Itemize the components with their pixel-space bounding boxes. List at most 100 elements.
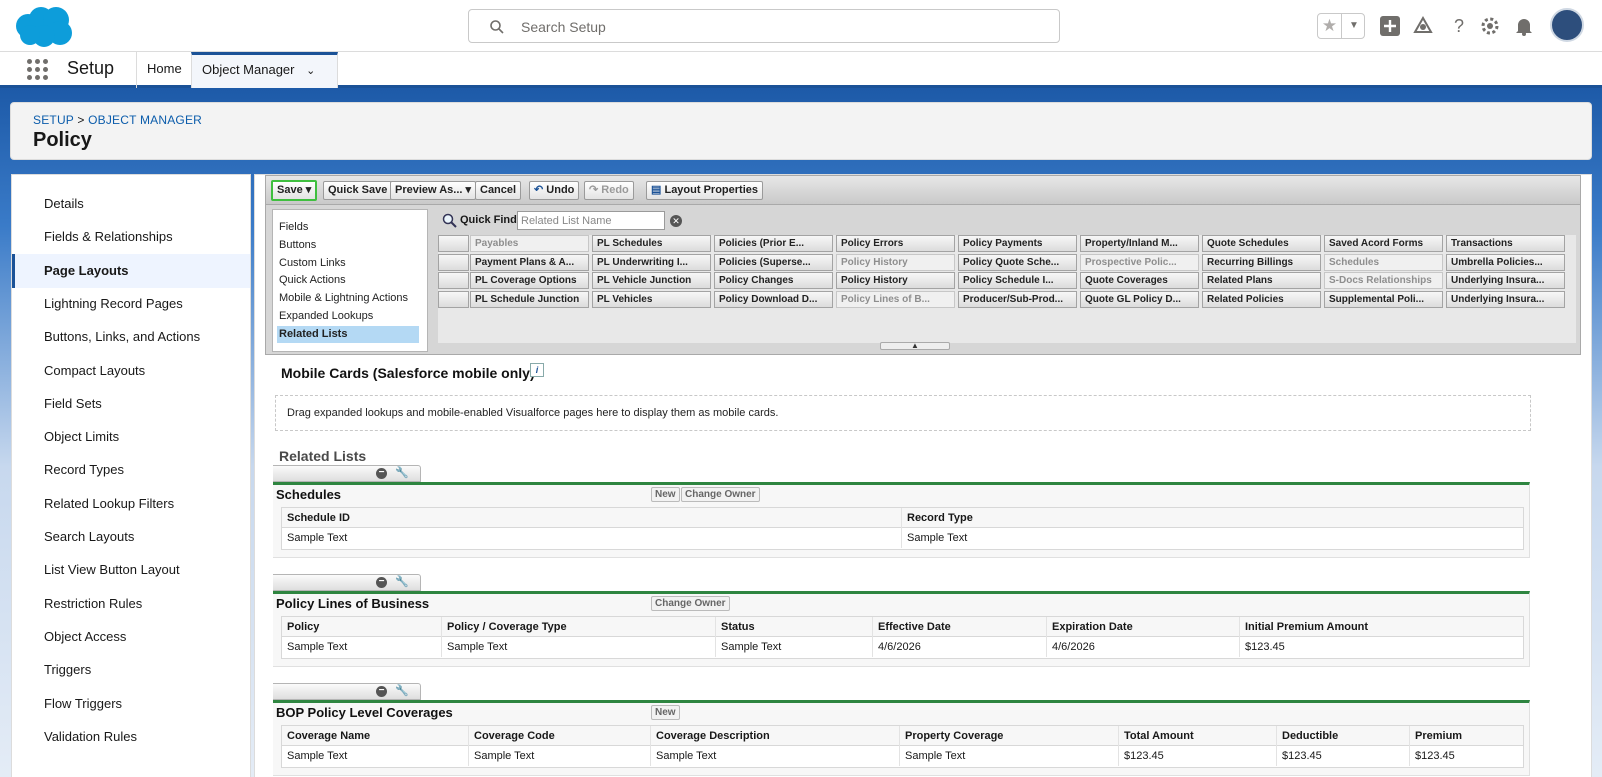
sidebar-item-lightning-record-pages[interactable]: Lightning Record Pages (12, 287, 250, 321)
sidebar-item-validation-rules[interactable]: Validation Rules (12, 720, 250, 754)
save-button[interactable]: Save ▾ (271, 180, 318, 201)
palette-item[interactable]: PL Schedules (592, 235, 711, 252)
sidebar-item-details[interactable]: Details (12, 187, 250, 221)
preview-as-button[interactable]: Preview As... ▾ (390, 181, 477, 200)
palette-item[interactable]: Policy Lines of B... (836, 290, 955, 308)
palette-resize-handle[interactable]: ▲ (880, 342, 950, 350)
caret-down-icon[interactable]: ▾ (306, 184, 312, 196)
palette-item[interactable]: PL Vehicles (592, 290, 711, 308)
palette-item[interactable]: Prospective Polic... (1080, 253, 1199, 271)
tab-home[interactable]: Home (136, 52, 192, 88)
chevron-down-icon[interactable]: ⌄ (306, 65, 315, 77)
palette-category-expanded-lookups[interactable]: Expanded Lookups (277, 308, 419, 325)
palette-item[interactable]: Underlying Insura... (1446, 290, 1565, 308)
related-list-handle[interactable]: − 🔧 (273, 465, 421, 482)
change-owner-button[interactable]: Change Owner (651, 596, 730, 611)
palette-item[interactable]: PL Vehicle Junction (592, 272, 711, 289)
related-list-handle[interactable]: − 🔧 (273, 574, 421, 591)
gear-icon[interactable] (1479, 15, 1501, 37)
redo-button[interactable]: ↷ Redo (584, 181, 634, 200)
quick-save-button[interactable]: Quick Save (323, 181, 393, 200)
palette-item[interactable]: Policy History (836, 272, 955, 289)
palette-item[interactable]: Related Policies (1202, 290, 1321, 308)
breadcrumb-object-manager[interactable]: OBJECT MANAGER (88, 113, 202, 127)
palette-item[interactable]: Transactions (1446, 235, 1565, 252)
sidebar-item-page-layouts[interactable]: Page Layouts (12, 253, 250, 288)
palette-item[interactable]: Policy Errors (836, 235, 955, 252)
sidebar-item-object-access[interactable]: Object Access (12, 620, 250, 654)
remove-icon[interactable]: − (376, 577, 387, 588)
new-button[interactable]: New (651, 705, 680, 720)
salesforce-logo[interactable] (14, 6, 74, 48)
palette-category-mobile-lightning-actions[interactable]: Mobile & Lightning Actions (277, 290, 419, 307)
app-launcher-icon[interactable] (27, 59, 49, 81)
palette-item[interactable]: Payables (470, 235, 589, 252)
palette-item[interactable]: S-Docs Relationships (1324, 272, 1443, 289)
palette-item[interactable]: Quote GL Policy D... (1080, 290, 1199, 308)
layout-properties-button[interactable]: ▤ Layout Properties (646, 181, 763, 200)
wrench-icon[interactable]: 🔧 (395, 684, 409, 699)
palette-item[interactable]: Policies (Superse... (714, 253, 833, 271)
palette-item[interactable]: Property/Inland M... (1080, 235, 1199, 252)
related-list[interactable]: Schedules New Change Owner Schedule ID Recor… (273, 482, 1530, 558)
help-icon[interactable]: ? (1448, 15, 1470, 37)
palette-item[interactable]: Policy Download D... (714, 290, 833, 308)
palette-item[interactable]: PL Underwriting I... (592, 253, 711, 271)
add-icon[interactable] (1379, 15, 1401, 37)
change-owner-button[interactable]: Change Owner (681, 487, 760, 502)
palette-category-buttons[interactable]: Buttons (277, 237, 419, 254)
palette-item[interactable]: Related Plans (1202, 272, 1321, 289)
sidebar-item-fields-relationships[interactable]: Fields & Relationships (12, 220, 250, 254)
bell-icon[interactable] (1513, 15, 1535, 37)
palette-item[interactable]: Policy Schedule I... (958, 272, 1077, 289)
wrench-icon[interactable]: 🔧 (395, 466, 409, 481)
palette-item[interactable]: Supplemental Poli... (1324, 290, 1443, 308)
trailhead-icon[interactable] (1412, 15, 1434, 37)
favorites-control[interactable]: ★ ▼ (1317, 13, 1365, 39)
search-box[interactable] (468, 9, 1060, 43)
wrench-icon[interactable]: 🔧 (395, 575, 409, 590)
palette-category-quick-actions[interactable]: Quick Actions (277, 272, 419, 289)
chevron-down-icon[interactable]: ▼ (1343, 14, 1365, 38)
remove-icon[interactable]: − (376, 686, 387, 697)
palette-item[interactable]: Saved Acord Forms (1324, 235, 1443, 252)
palette-item[interactable]: Quote Coverages (1080, 272, 1199, 289)
palette-item[interactable]: Recurring Billings (1202, 253, 1321, 271)
info-icon[interactable]: i (530, 363, 544, 377)
star-icon[interactable]: ★ (1318, 14, 1342, 38)
palette-item[interactable]: Quote Schedules (1202, 235, 1321, 252)
palette-item[interactable]: Schedules (1324, 253, 1443, 271)
palette-category-related-lists[interactable]: Related Lists (277, 325, 419, 343)
remove-icon[interactable]: − (376, 468, 387, 479)
undo-button[interactable]: ↶ Undo (529, 181, 580, 200)
sidebar-item-field-sets[interactable]: Field Sets (12, 387, 250, 421)
sidebar-item-buttons-links-and-actions[interactable]: Buttons, Links, and Actions (12, 320, 250, 354)
sidebar-item-list-view-button-layout[interactable]: List View Button Layout (12, 553, 250, 587)
related-list[interactable]: Policy Lines of Business Change Owner Poli… (273, 591, 1530, 667)
breadcrumb-setup[interactable]: SETUP (33, 113, 74, 127)
palette-item[interactable]: Policy Payments (958, 235, 1077, 252)
palette-category-fields[interactable]: Fields (277, 219, 419, 236)
cancel-button[interactable]: Cancel (475, 181, 522, 200)
palette-item[interactable]: Policies (Prior E... (714, 235, 833, 252)
mobile-cards-dropzone[interactable]: Drag expanded lookups and mobile-enabled… (275, 395, 1531, 431)
palette-item[interactable]: Producer/Sub-Prod... (958, 290, 1077, 308)
palette-category-custom-links[interactable]: Custom Links (277, 255, 419, 272)
search-input[interactable] (521, 16, 1021, 38)
sidebar-item-flow-triggers[interactable]: Flow Triggers (12, 687, 250, 721)
sidebar-item-related-lookup-filters[interactable]: Related Lookup Filters (12, 487, 250, 521)
palette-item[interactable]: Policy Quote Sche... (958, 253, 1077, 271)
palette-item[interactable]: PL Coverage Options (470, 272, 589, 289)
related-list[interactable]: BOP Policy Level Coverages New Coverage Na… (273, 700, 1530, 776)
sidebar-item-object-limits[interactable]: Object Limits (12, 420, 250, 454)
avatar[interactable] (1550, 8, 1584, 42)
sidebar-item-record-types[interactable]: Record Types (12, 453, 250, 487)
palette-item[interactable]: PL Schedule Junction (470, 290, 589, 308)
palette-item[interactable]: Policy History (836, 253, 955, 271)
sidebar-item-compact-layouts[interactable]: Compact Layouts (12, 354, 250, 388)
palette-item[interactable]: Umbrella Policies... (1446, 253, 1565, 271)
new-button[interactable]: New (651, 487, 680, 502)
related-list-handle[interactable]: − 🔧 (273, 683, 421, 700)
tab-object-manager[interactable]: Object Manager ⌄ (191, 52, 338, 88)
sidebar-item-search-layouts[interactable]: Search Layouts (12, 520, 250, 554)
